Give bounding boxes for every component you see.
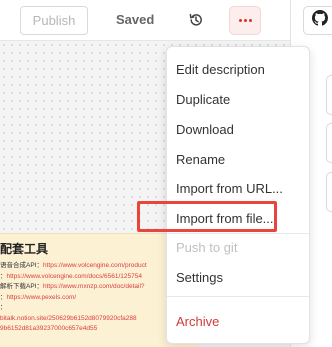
menu-divider xyxy=(167,233,309,234)
more-options-button[interactable] xyxy=(229,6,261,35)
menu-item-settings[interactable]: Settings xyxy=(176,270,223,285)
menu-item-download[interactable]: Download xyxy=(176,122,234,137)
menu-item-import-from-url[interactable]: Import from URL... xyxy=(176,181,283,196)
menu-item-duplicate[interactable]: Duplicate xyxy=(176,92,230,107)
history-icon[interactable] xyxy=(188,12,204,28)
side-panel-tab[interactable] xyxy=(326,123,332,163)
github-button[interactable] xyxy=(303,6,332,35)
menu-item-import-from-file[interactable]: Import from file... xyxy=(176,211,274,226)
menu-item-archive[interactable]: Archive xyxy=(176,314,219,329)
side-panel-tab[interactable] xyxy=(326,75,332,115)
menu-item-rename[interactable]: Rename xyxy=(176,152,225,167)
menu-divider xyxy=(167,296,309,297)
menu-item-edit-description[interactable]: Edit description xyxy=(176,62,265,77)
github-icon xyxy=(312,10,328,31)
side-panel-tab[interactable] xyxy=(326,172,332,212)
menu-item-push-to-git: Push to git xyxy=(176,240,238,255)
saved-status: Saved xyxy=(116,12,155,27)
more-options-menu: Edit description Duplicate Download Rena… xyxy=(166,46,310,344)
top-toolbar: Publish Saved xyxy=(0,0,332,41)
more-horizontal-icon xyxy=(238,19,242,22)
publish-button[interactable]: Publish xyxy=(20,6,88,35)
